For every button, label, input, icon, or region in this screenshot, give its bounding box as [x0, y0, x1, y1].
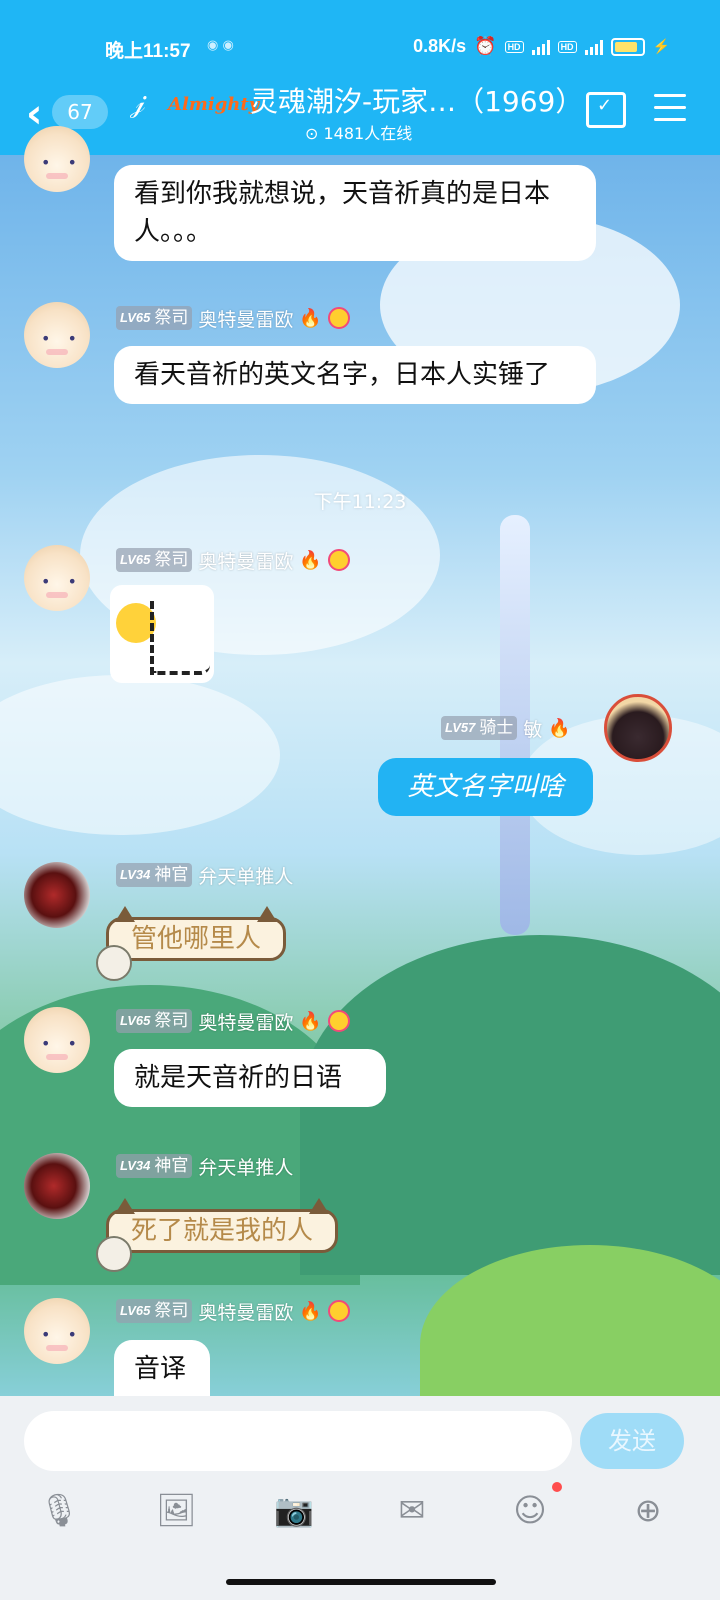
fire-icon: 🔥 — [299, 1300, 322, 1322]
camera-icon[interactable]: 📷 — [274, 1490, 314, 1530]
red-packet-icon[interactable]: ✉ — [392, 1490, 432, 1530]
level-badge: LV65 祭司 — [116, 548, 193, 572]
avatar[interactable] — [24, 545, 90, 611]
plus-icon[interactable]: ⊕ — [628, 1490, 668, 1530]
message-bubble[interactable]: 就是天音祈的日语 — [114, 1049, 386, 1107]
message-bubble[interactable]: 看到你我就想说，天音祈真的是日本人。。。 — [114, 165, 596, 261]
my-message-bubble[interactable]: 英文名字叫啥 — [378, 758, 593, 816]
cat-mascot-icon — [96, 945, 132, 981]
cloud — [0, 675, 280, 835]
level-badge: LV57 骑士 — [441, 716, 518, 740]
avatar[interactable] — [604, 694, 672, 762]
sender-info: LV34 神官 弁天单推人 — [116, 1153, 293, 1179]
level-badge: LV65 祭司 — [116, 306, 193, 330]
sender-name[interactable]: 弁天单推人 — [198, 862, 293, 889]
avatar[interactable] — [24, 1153, 90, 1219]
chat-header: ‹ 67 𝒿 Almighty 灵魂潮汐-玩家…（1969） ⊙ 1481人在线 — [0, 80, 720, 155]
sender-info: LV65 祭司 奥特曼雷欧 🔥 — [116, 1008, 350, 1034]
sender-info: LV34 神官 弁天单推人 — [116, 862, 293, 888]
home-indicator[interactable] — [226, 1579, 496, 1585]
sender-info: LV65 祭司 奥特曼雷欧 🔥 — [116, 305, 350, 331]
sender-name[interactable]: 奥特曼雷欧 — [198, 547, 293, 574]
group-title[interactable]: 灵魂潮汐-玩家…（1969） — [250, 83, 583, 121]
cat-mascot-icon — [96, 1236, 132, 1272]
battery-icon — [610, 37, 645, 56]
fire-icon: 🔥 — [299, 1010, 322, 1032]
signal-4g-icon — [531, 39, 550, 55]
smile-badge-icon — [327, 1300, 350, 1322]
microphone-icon[interactable]: 🎙 — [39, 1490, 80, 1530]
online-count: ⊙ 1481人在线 — [305, 124, 413, 143]
cat-bubble-message[interactable]: 管他哪里人 — [106, 906, 287, 961]
sender-info: LV65 祭司 奥特曼雷欧 🔥 — [116, 1298, 350, 1324]
input-bar: 发送 🎙 🖼 📷 ✉ ☺ ⊕ — [0, 1396, 720, 1600]
level-badge: LV65 祭司 — [116, 1009, 193, 1033]
online-count-text: 1481人在线 — [323, 124, 413, 143]
emoji-icon[interactable]: ☺ — [510, 1490, 550, 1530]
network-speed: 0.8K/s — [413, 36, 467, 56]
sender-name[interactable]: 弁天单推人 — [198, 1153, 293, 1180]
message-input[interactable] — [24, 1411, 572, 1471]
fire-icon: 🔥 — [299, 549, 322, 571]
image-icon[interactable]: 🖼 — [156, 1490, 197, 1530]
smile-badge-icon — [327, 307, 350, 329]
fire-icon: 🔥 — [548, 717, 571, 739]
alarm-icon: ⏰ — [474, 36, 497, 56]
message-bubble[interactable]: 音译 — [114, 1340, 210, 1396]
fire-icon: 🔥 — [299, 307, 322, 329]
sender-name[interactable]: 敏 — [523, 715, 542, 742]
sender-name[interactable]: 奥特曼雷欧 — [198, 1298, 293, 1325]
charging-icon: ⚡ — [652, 38, 670, 54]
notification-dots-icon: ◉ ◉ — [207, 38, 234, 53]
laughing-sticker[interactable] — [110, 585, 214, 683]
message-bubble[interactable]: 看天音祈的英文名字，日本人实锤了 — [114, 346, 596, 404]
avatar[interactable] — [24, 302, 90, 368]
send-button[interactable]: 发送 — [580, 1413, 684, 1469]
unread-count-badge[interactable]: 67 — [52, 95, 108, 129]
status-time: 晚上11:57 — [105, 41, 191, 62]
level-badge: LV65 祭司 — [116, 1299, 193, 1323]
cat-bubble-message[interactable]: 死了就是我的人 — [106, 1198, 339, 1253]
sender-name[interactable]: 奥特曼雷欧 — [198, 1008, 293, 1035]
smile-badge-icon — [327, 549, 350, 571]
status-right: 0.8K/s ⏰ HD HD ⚡ — [413, 36, 670, 57]
notification-dot — [552, 1482, 562, 1492]
ear-icon[interactable]: 𝒿 — [130, 86, 145, 120]
sticker-doodle — [150, 601, 210, 675]
sender-info: LV57 骑士 敏 🔥 — [441, 715, 571, 741]
avatar[interactable] — [24, 862, 90, 928]
sender-info: LV65 祭司 奥特曼雷欧 🔥 — [116, 547, 350, 573]
sender-name[interactable]: 奥特曼雷欧 — [198, 305, 293, 332]
menu-icon[interactable] — [654, 94, 686, 130]
back-chevron-icon[interactable]: ‹ — [26, 94, 42, 134]
avatar[interactable] — [24, 1007, 90, 1073]
hd-icon: HD — [557, 40, 577, 53]
avatar[interactable] — [24, 126, 90, 192]
time-separator: 下午11:23 — [313, 491, 407, 513]
signal-4g-icon — [584, 39, 603, 55]
status-bar: 晚上11:57 ◉ ◉ 0.8K/s ⏰ HD HD ⚡ — [0, 0, 720, 80]
group-logo: Almighty — [168, 94, 260, 115]
hd-icon: HD — [504, 40, 524, 53]
calendar-check-icon[interactable] — [586, 92, 626, 128]
smile-badge-icon — [327, 1010, 350, 1032]
avatar[interactable] — [24, 1298, 90, 1364]
level-badge: LV34 神官 — [116, 1154, 193, 1178]
level-badge: LV34 神官 — [116, 863, 193, 887]
